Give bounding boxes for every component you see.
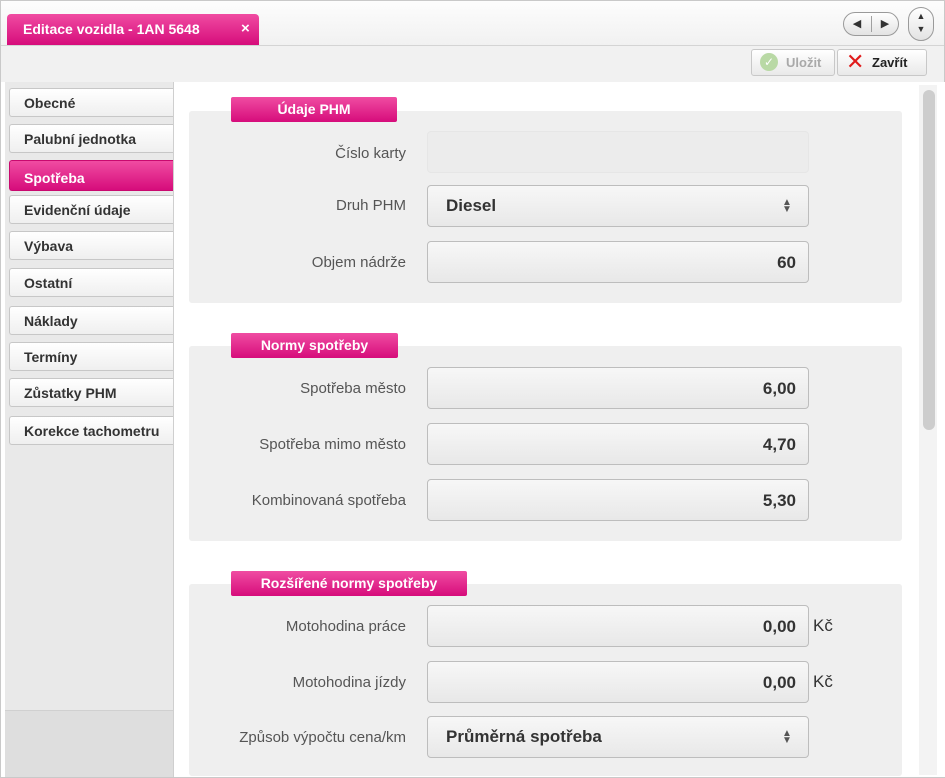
tab-next-icon[interactable]: ▶ — [872, 17, 898, 30]
tank-volume-field[interactable]: 60 — [427, 241, 809, 283]
city-consumption-field[interactable]: 6,00 — [427, 367, 809, 409]
sidebar: Obecné Palubní jednotka Spotřeba Evidenč… — [5, 82, 175, 777]
scroll-up-icon[interactable]: ▲ — [909, 10, 933, 23]
section-title-rozsirene-normy: Rozšířené normy spotřeby — [231, 571, 467, 596]
label-objem-nadrze: Objem nádrže — [311, 254, 406, 271]
tab-close-icon[interactable]: × — [241, 20, 250, 37]
label-kombinovana-spotreba: Kombinovaná spotřeba — [251, 492, 406, 509]
red-x-icon: ✕ — [846, 49, 865, 74]
label-zpusob-vypoctu: Způsob výpočtu cena/km — [239, 729, 406, 746]
tab-vehicle-edit[interactable]: Editace vozidla - 1AN 5648 × — [7, 14, 259, 45]
drive-hour-field[interactable]: 0,00 — [427, 661, 809, 703]
label-druh-phm: Druh PHM — [335, 197, 406, 214]
fuel-type-select[interactable]: Diesel ▲ ▼ — [427, 185, 809, 227]
toolbar: ✓ Uložit ✕ Zavřít — [1, 46, 944, 82]
tab-title: Editace vozidla - 1AN 5648 — [23, 21, 200, 37]
sidebar-item-evidencni-udaje[interactable]: Evidenční údaje — [9, 195, 175, 224]
tab-nav-buttons: ◀ ▶ — [843, 12, 899, 36]
scroll-down-icon[interactable]: ▼ — [909, 23, 933, 36]
sidebar-item-naklady[interactable]: Náklady — [9, 306, 175, 335]
sidebar-item-korekce-tachometru[interactable]: Korekce tachometru — [9, 416, 175, 445]
tab-scroll-button[interactable]: ▲ ▼ — [908, 7, 934, 41]
save-button[interactable]: ✓ Uložit — [751, 49, 835, 76]
sidebar-item-obecne[interactable]: Obecné — [9, 88, 175, 117]
sidebar-item-vybava[interactable]: Výbava — [9, 231, 175, 260]
section-title-normy-spotreby: Normy spotřeby — [231, 333, 398, 358]
close-button-label: Zavřít — [872, 55, 908, 70]
outside-city-consumption-field[interactable]: 4,70 — [427, 423, 809, 465]
label-spotreba-mimo-mesto: Spotřeba mimo město — [259, 436, 406, 453]
work-hour-unit: Kč — [813, 616, 833, 635]
calculation-method-select[interactable]: Průměrná spotřeba ▲ ▼ — [427, 716, 809, 758]
calculation-method-value: Průměrná spotřeba — [446, 727, 602, 746]
label-cislo-karty: Číslo karty — [335, 145, 406, 162]
tab-bar: Editace vozidla - 1AN 5648 × ◀ ▶ ▲ ▼ — [1, 1, 944, 46]
check-circle-icon: ✓ — [760, 53, 778, 71]
card-number-field[interactable] — [427, 131, 809, 173]
sidebar-item-ostatni[interactable]: Ostatní — [9, 268, 175, 297]
save-button-label: Uložit — [786, 55, 822, 70]
close-button[interactable]: ✕ Zavřít — [837, 49, 927, 76]
drive-hour-unit: Kč — [813, 672, 833, 691]
label-spotreba-mesto: Spotřeba město — [300, 380, 406, 397]
select-arrows-icon: ▲ ▼ — [782, 728, 792, 746]
tab-prev-icon[interactable]: ◀ — [844, 17, 870, 30]
label-motohodina-prace: Motohodina práce — [285, 618, 406, 635]
sidebar-item-terminy[interactable]: Termíny — [9, 342, 175, 371]
vehicle-edit-window: Editace vozidla - 1AN 5648 × ◀ ▶ ▲ ▼ ✓ U… — [0, 0, 945, 778]
work-hour-field[interactable]: 0,00 — [427, 605, 809, 647]
sidebar-item-zustatky-phm[interactable]: Zůstatky PHM — [9, 378, 175, 407]
select-arrows-icon: ▲ ▼ — [782, 197, 792, 215]
combined-consumption-field[interactable]: 5,30 — [427, 479, 809, 521]
sidebar-footer — [5, 710, 173, 777]
section-title-udaje-phm: Údaje PHM — [231, 97, 397, 122]
scrollbar-thumb[interactable] — [923, 90, 935, 430]
sidebar-item-spotreba[interactable]: Spotřeba — [9, 160, 175, 191]
label-motohodina-jizdy: Motohodina jízdy — [292, 674, 406, 691]
fuel-type-value: Diesel — [446, 196, 497, 215]
sidebar-item-palubni-jednotka[interactable]: Palubní jednotka — [9, 124, 175, 153]
